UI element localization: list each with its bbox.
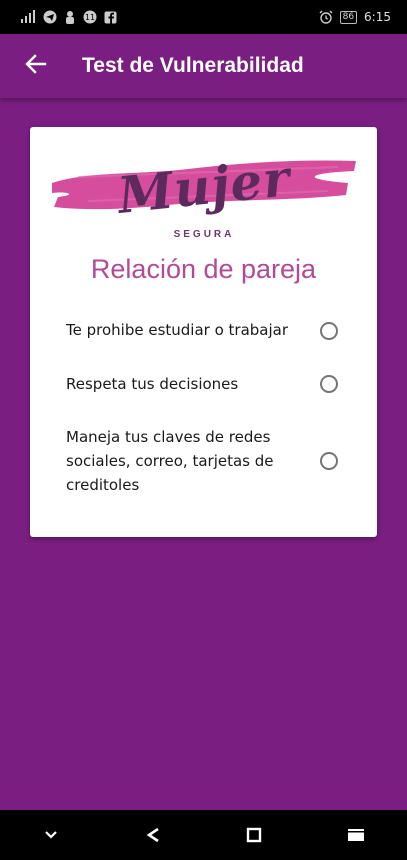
radio-question-3[interactable]: [320, 452, 338, 470]
chevron-down-icon[interactable]: [31, 815, 71, 855]
signal-icon: [20, 10, 36, 24]
back-nav-icon[interactable]: [133, 815, 173, 855]
svg-text:11: 11: [85, 13, 95, 22]
navigation-bar: [0, 810, 407, 860]
home-square-icon[interactable]: [234, 815, 274, 855]
page-title: Test de Vulnerabilidad: [82, 54, 304, 77]
question-label: Te prohibe estudiar o trabajar: [66, 321, 289, 339]
status-left-icons: 11: [20, 10, 117, 24]
radio-question-2[interactable]: [320, 375, 338, 393]
question-label: Respeta tus decisiones: [66, 375, 239, 393]
status-bar: 11 86 6:15: [0, 0, 407, 34]
question-card: Mujer SEGURA Relación de pareja Te prohi…: [30, 127, 377, 537]
app-bar: Test de Vulnerabilidad: [0, 34, 407, 98]
alarm-icon: [319, 10, 333, 24]
person-icon: [64, 10, 76, 24]
battery-icon: 86: [339, 10, 358, 24]
radio-question-1[interactable]: [320, 322, 338, 340]
mujer-segura-logo: Mujer SEGURA: [48, 148, 360, 249]
status-right-icons: 86 6:15: [319, 10, 391, 24]
arrow-back-icon: [25, 53, 47, 80]
notification-badge-icon: 11: [83, 10, 97, 24]
back-button[interactable]: [18, 48, 54, 84]
telegram-icon: [43, 10, 57, 24]
question-label: Maneja tus claves de redes sociales, cor…: [66, 428, 274, 494]
facebook-icon: [104, 11, 117, 24]
status-time: 6:15: [364, 10, 391, 24]
section-title: Relación de pareja: [90, 254, 317, 284]
recents-icon[interactable]: [336, 815, 376, 855]
logo-subtitle: SEGURA: [173, 229, 235, 240]
